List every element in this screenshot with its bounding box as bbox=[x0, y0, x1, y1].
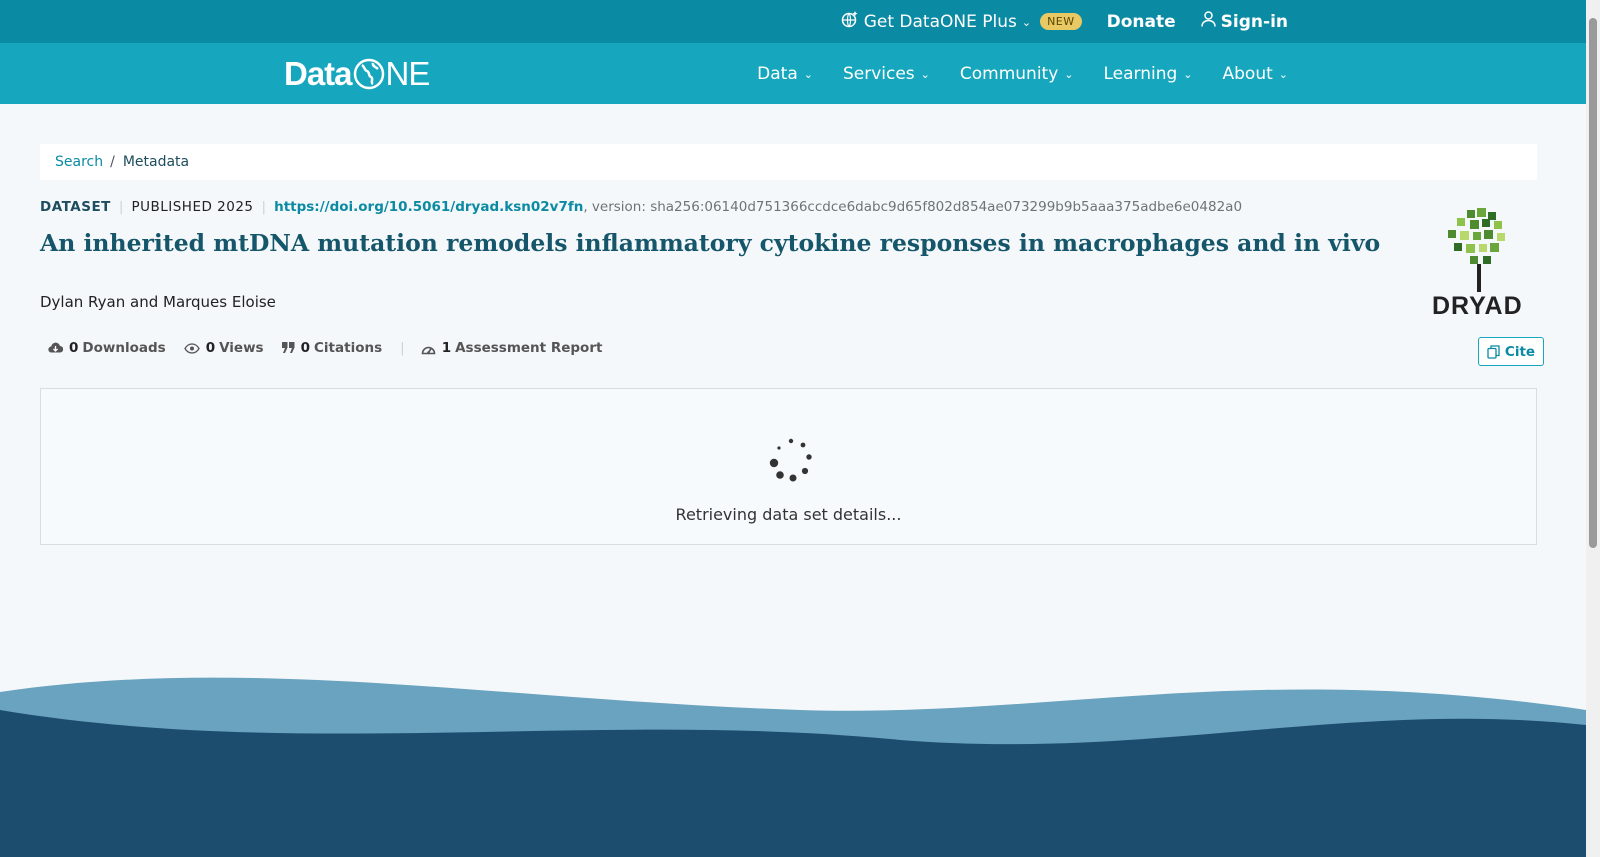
globe-sparkle-icon bbox=[841, 10, 859, 33]
sign-in-label: Sign-in bbox=[1220, 11, 1288, 32]
dryad-tree-icon bbox=[1448, 208, 1505, 292]
downloads-label: Downloads bbox=[82, 340, 166, 356]
new-badge: NEW bbox=[1040, 13, 1082, 30]
chevron-down-icon: ⌄ bbox=[803, 68, 813, 81]
divider: | bbox=[261, 199, 267, 215]
views-count: 0 bbox=[205, 340, 216, 356]
assessment-count: 1 bbox=[441, 340, 452, 356]
loading-spinner-icon bbox=[769, 438, 812, 482]
published-year: PUBLISHED 2025 bbox=[131, 199, 254, 215]
loading-message: Retrieving data set details... bbox=[675, 505, 902, 524]
downloads-count: 0 bbox=[69, 340, 79, 356]
breadcrumb-search-link[interactable]: Search bbox=[55, 154, 103, 170]
dataone-logo[interactable]: Data NE bbox=[284, 55, 431, 93]
copy-icon bbox=[1487, 344, 1500, 359]
repository-label: DRYAD bbox=[1432, 292, 1523, 320]
globe-logo-icon bbox=[353, 58, 385, 90]
quote-icon bbox=[281, 342, 295, 353]
assessment-report-metric[interactable]: 1 Assessment Report bbox=[421, 340, 603, 356]
dataset-title: An inherited mtDNA mutation remodels inf… bbox=[40, 229, 1381, 257]
get-dataone-plus-label: Get DataONE Plus bbox=[863, 11, 1017, 32]
donate-link[interactable]: Donate bbox=[1107, 12, 1176, 32]
page-scrollbar[interactable] bbox=[1586, 0, 1600, 857]
footer-wave bbox=[0, 677, 1586, 857]
cite-label: Cite bbox=[1504, 343, 1536, 360]
nav-item-learning[interactable]: Learning ⌄ bbox=[1103, 64, 1192, 84]
nav-label: Data bbox=[757, 63, 798, 84]
logo-text-data: Data bbox=[284, 55, 353, 92]
logo-text-one: NE bbox=[385, 55, 431, 92]
chevron-down-icon: ⌄ bbox=[1278, 68, 1288, 81]
chevron-down-icon: ⌄ bbox=[1021, 16, 1032, 29]
version-hash: , version: sha256:06140d751366ccdce6dabc… bbox=[583, 199, 1243, 215]
breadcrumb-separator: / bbox=[110, 154, 115, 170]
top-utility-bar: Get DataONE Plus ⌄ NEW Donate Sign-in bbox=[0, 0, 1586, 43]
assessment-label: Assessment Report bbox=[455, 340, 603, 356]
breadcrumb-current: Metadata bbox=[122, 154, 190, 170]
nav-label: Community bbox=[959, 63, 1059, 84]
downloads-metric[interactable]: 0 Downloads bbox=[48, 340, 166, 356]
sign-in-link[interactable]: Sign-in bbox=[1200, 11, 1288, 32]
eye-icon bbox=[183, 342, 200, 354]
dataset-authors: Dylan Ryan and Marques Eloise bbox=[40, 293, 276, 311]
citations-metric[interactable]: 0 Citations bbox=[281, 340, 383, 356]
chevron-down-icon: ⌄ bbox=[920, 68, 930, 81]
dataset-meta-line: DATASET | PUBLISHED 2025 | https://doi.o… bbox=[40, 199, 1242, 215]
views-label: Views bbox=[219, 340, 264, 356]
scrollbar-thumb[interactable] bbox=[1589, 18, 1597, 548]
doi-link[interactable]: https://doi.org/10.5061/dryad.ksn02v7fn bbox=[274, 199, 583, 215]
chevron-down-icon: ⌄ bbox=[1183, 68, 1193, 81]
nav-item-services[interactable]: Services ⌄ bbox=[843, 64, 930, 84]
cite-button[interactable]: Cite bbox=[1478, 337, 1544, 366]
divider: | bbox=[118, 199, 124, 215]
user-icon bbox=[1200, 11, 1216, 32]
views-metric[interactable]: 0 Views bbox=[183, 340, 264, 356]
cloud-download-icon bbox=[48, 342, 63, 353]
citations-label: Citations bbox=[314, 340, 383, 356]
dataset-type: DATASET bbox=[40, 199, 111, 215]
donate-label: Donate bbox=[1106, 11, 1176, 32]
nav-label: Services bbox=[842, 63, 915, 84]
main-navigation: Data NE Data ⌄ Services ⌄ Community ⌄ Learn… bbox=[0, 43, 1586, 104]
nav-label: Learning bbox=[1103, 63, 1178, 84]
repository-logo[interactable]: DRYAD bbox=[1426, 206, 1536, 320]
nav-item-community[interactable]: Community ⌄ bbox=[960, 64, 1074, 84]
divider: | bbox=[400, 340, 405, 356]
get-dataone-plus-menu[interactable]: Get DataONE Plus ⌄ NEW bbox=[841, 10, 1082, 33]
nav-item-about[interactable]: About ⌄ bbox=[1223, 64, 1288, 84]
metrics-bar: 0 Downloads 0 Views 0 Citations | 1 Asse… bbox=[48, 340, 620, 356]
breadcrumb: Search / Metadata bbox=[40, 144, 1537, 180]
nav-links: Data ⌄ Services ⌄ Community ⌄ Learning ⌄ Abo… bbox=[757, 43, 1288, 104]
dataset-details-panel: Retrieving data set details... bbox=[40, 388, 1537, 545]
chevron-down-icon: ⌄ bbox=[1064, 68, 1074, 81]
dashboard-gauge-icon bbox=[421, 346, 435, 354]
citations-count: 0 bbox=[300, 340, 311, 356]
nav-label: About bbox=[1222, 63, 1273, 84]
nav-item-data[interactable]: Data ⌄ bbox=[757, 64, 813, 84]
